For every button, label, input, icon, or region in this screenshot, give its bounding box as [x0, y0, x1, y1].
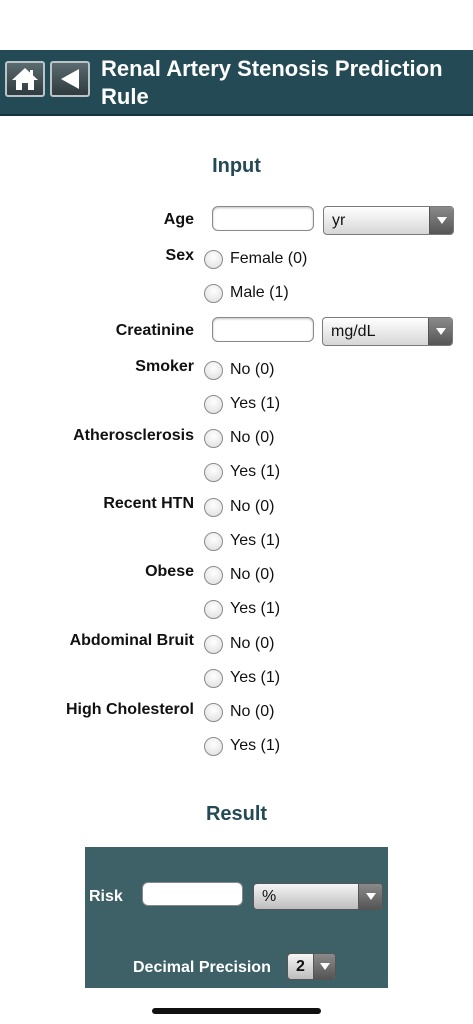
radio-button[interactable]	[204, 497, 223, 517]
decimal-precision-select[interactable]: 2	[287, 953, 336, 980]
risk-label: Risk	[89, 888, 123, 905]
app-header: Renal Artery Stenosis Prediction Rule	[0, 50, 473, 116]
back-button[interactable]	[50, 61, 90, 97]
creatinine-input[interactable]	[212, 317, 314, 342]
radio-label: Male (1)	[230, 284, 289, 301]
page-title: Renal Artery Stenosis Prediction Rule	[101, 56, 443, 109]
age-input[interactable]	[212, 206, 314, 231]
radio-button[interactable]	[204, 599, 223, 619]
radio-label: No (0)	[230, 635, 275, 652]
back-arrow-icon	[61, 69, 79, 89]
radio-label: No (0)	[230, 703, 275, 720]
chevron-down-icon	[358, 884, 382, 909]
age-unit-value: yr	[332, 212, 346, 229]
radio-button[interactable]	[204, 531, 223, 551]
radio-button[interactable]	[204, 360, 223, 380]
decimal-precision-label: Decimal Precision	[133, 959, 271, 976]
recent-htn-label: Recent HTN	[103, 495, 194, 512]
high-cholesterol-label: High Cholesterol	[65, 701, 194, 718]
radio-button[interactable]	[204, 462, 223, 482]
radio-label: No (0)	[230, 566, 275, 583]
recent-htn-no-option[interactable]: No (0)	[204, 496, 274, 518]
radio-label: Yes (1)	[230, 463, 281, 480]
result-section-title: Result	[205, 803, 268, 825]
abdominal-bruit-yes-option[interactable]: Yes (1)	[204, 667, 280, 689]
chevron-down-icon	[313, 954, 335, 979]
obese-label: Obese	[145, 563, 194, 580]
radio-label: Yes (1)	[230, 532, 281, 549]
radio-button[interactable]	[204, 565, 223, 585]
radio-label: No (0)	[230, 429, 275, 446]
atherosclerosis-yes-option[interactable]: Yes (1)	[204, 461, 280, 483]
recent-htn-yes-option[interactable]: Yes (1)	[204, 530, 280, 552]
high-cholesterol-yes-option[interactable]: Yes (1)	[204, 735, 280, 757]
radio-label: Yes (1)	[230, 737, 281, 754]
smoker-no-option[interactable]: No (0)	[204, 359, 274, 381]
creatinine-label: Creatinine	[115, 322, 194, 339]
obese-no-option[interactable]: No (0)	[204, 564, 274, 586]
risk-unit-value: %	[262, 888, 277, 905]
creatinine-unit-value: mg/dL	[331, 323, 376, 340]
radio-label: Female (0)	[230, 250, 308, 267]
home-icon	[12, 68, 38, 90]
home-indicator[interactable]	[152, 1008, 321, 1014]
smoker-label: Smoker	[135, 358, 194, 375]
radio-label: No (0)	[230, 361, 275, 378]
age-unit-select[interactable]: yr	[323, 206, 454, 235]
risk-unit-select[interactable]: %	[253, 883, 383, 910]
sex-label: Sex	[165, 247, 194, 264]
smoker-yes-option[interactable]: Yes (1)	[204, 393, 280, 415]
radio-button[interactable]	[204, 702, 223, 722]
radio-label: Yes (1)	[230, 600, 281, 617]
radio-button[interactable]	[204, 249, 223, 269]
radio-label: Yes (1)	[230, 395, 281, 412]
radio-button[interactable]	[204, 668, 223, 688]
sex-male-option[interactable]: Male (1)	[204, 282, 289, 304]
radio-button[interactable]	[204, 634, 223, 654]
result-panel: Risk % Decimal Precision 2	[85, 847, 388, 988]
input-section-title: Input	[212, 155, 261, 177]
chevron-down-icon	[428, 318, 452, 345]
creatinine-unit-select[interactable]: mg/dL	[322, 317, 453, 346]
obese-yes-option[interactable]: Yes (1)	[204, 598, 280, 620]
chevron-down-icon	[429, 207, 453, 234]
radio-button[interactable]	[204, 394, 223, 414]
risk-output-field[interactable]	[142, 882, 243, 906]
radio-button[interactable]	[204, 428, 223, 448]
abdominal-bruit-label: Abdominal Bruit	[69, 632, 194, 649]
atherosclerosis-no-option[interactable]: No (0)	[204, 427, 274, 449]
radio-label: No (0)	[230, 498, 275, 515]
age-label: Age	[163, 211, 194, 228]
atherosclerosis-label: Atherosclerosis	[73, 427, 194, 444]
high-cholesterol-no-option[interactable]: No (0)	[204, 701, 274, 723]
radio-button[interactable]	[204, 283, 223, 303]
radio-label: Yes (1)	[230, 669, 281, 686]
radio-button[interactable]	[204, 736, 223, 756]
sex-female-option[interactable]: Female (0)	[204, 248, 307, 270]
abdominal-bruit-no-option[interactable]: No (0)	[204, 633, 274, 655]
decimal-precision-value: 2	[296, 958, 305, 975]
home-button[interactable]	[5, 61, 45, 97]
